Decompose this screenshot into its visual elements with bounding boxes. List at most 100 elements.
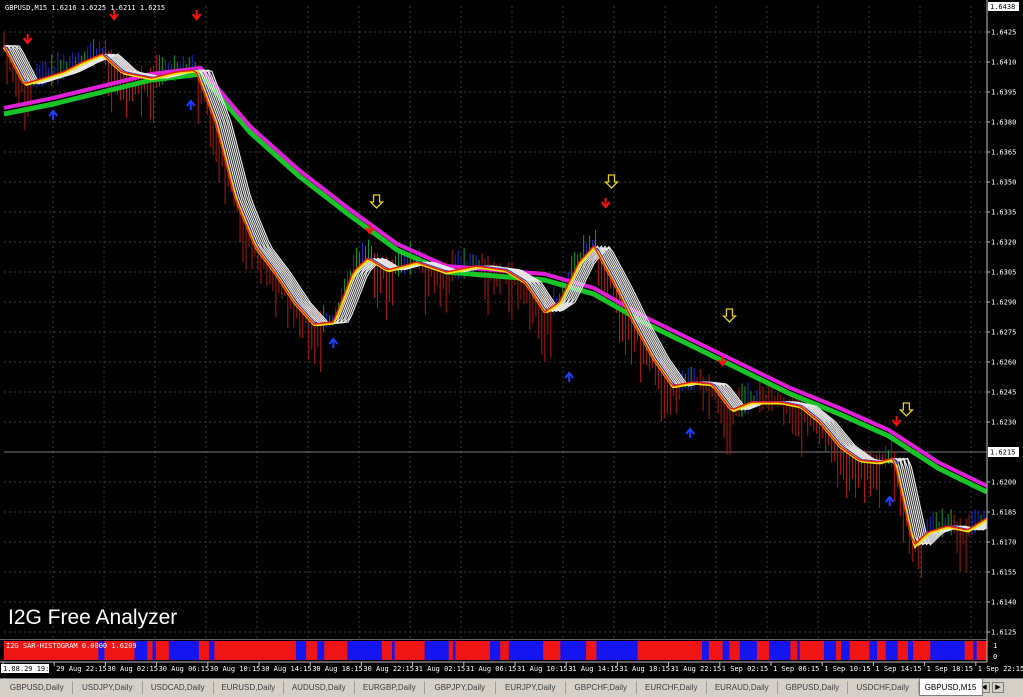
chart-tab-7[interactable]: EURJPY,Daily [496, 681, 566, 694]
price-label: 1.6380 [991, 119, 1016, 127]
price-label: 1.6260 [991, 359, 1016, 367]
arrow-up-blue-icon [48, 109, 58, 120]
arrow-up-blue-icon [685, 427, 695, 438]
symbol-info: GBPUSD,M15 1.6216 1.6225 1.6211 1.6215 [5, 4, 166, 12]
chart-tab-12[interactable]: USDCHF,Daily [848, 681, 919, 694]
price-label: 1.6365 [991, 149, 1016, 157]
time-label: 1 Sep 14:15 [875, 665, 921, 673]
histogram-bar [209, 641, 215, 660]
chart-tab-2[interactable]: USDCAD,Daily [143, 681, 214, 694]
histogram-bar [835, 641, 842, 660]
chart-tab-bar: ◀ ▶ GBPUSD,Daily USDJPY,Daily USDCAD,Daily… [0, 678, 1023, 697]
chart-tab-11[interactable]: GBPUSD,Daily [778, 681, 848, 694]
price-label: 1.6395 [991, 89, 1016, 97]
chart-tab-3[interactable]: EURUSD,Daily [214, 681, 284, 694]
time-label: 30 Aug 22:15 [363, 665, 414, 673]
price-label: 1.6125 [991, 629, 1016, 637]
current-price-label: 1.6215 [990, 449, 1015, 457]
fan-ma-white [4, 45, 988, 545]
chart-tab-13[interactable]: GBPUSD,M15 [918, 679, 983, 696]
time-label: 30 Aug 14:15 [261, 665, 312, 673]
arrow-hollow-yellow-icon [603, 174, 620, 189]
histogram-bar [543, 641, 561, 660]
histogram-bar [489, 641, 501, 660]
histogram-bar [424, 641, 450, 660]
histogram-bar [799, 641, 825, 660]
fan-ma-white [4, 45, 988, 546]
chart-tab-10[interactable]: EURAUD,Daily [707, 681, 778, 694]
histogram-bar [381, 641, 393, 660]
histogram-bar [823, 641, 837, 660]
histogram-bar [214, 641, 297, 660]
histogram-bar [790, 641, 798, 660]
arrow-up-blue-icon [884, 495, 895, 506]
chart-tab-6[interactable]: GBPJPY,Daily [425, 681, 496, 694]
histogram-bar [155, 641, 170, 660]
histogram-bar [455, 641, 491, 660]
indicator-label: I2G SAR-HISTOGRAM 0.0000 1.6209 [6, 642, 137, 650]
histogram-bar [930, 641, 965, 660]
price-chart[interactable]: 1.6425 1.6410 1.6395 1.6380 1.6365 1.6350 1.63… [0, 0, 1023, 678]
histogram-bar [756, 641, 770, 660]
histogram-bar [908, 641, 914, 660]
histogram-bar [739, 641, 758, 660]
indicator-scale-top: 1 [993, 642, 997, 650]
time-label: 30 Aug 10:15 [210, 665, 261, 673]
time-label: 1 Sep 22:15 [978, 665, 1023, 673]
chart-tab-5[interactable]: EURGBP,Daily [355, 681, 425, 694]
histogram-bar [964, 641, 974, 660]
histogram-bar [976, 641, 988, 660]
price-label: 1.6305 [991, 269, 1016, 277]
histogram-bar [152, 641, 157, 660]
histogram-bar [317, 641, 325, 660]
time-label: 31 Aug 14:15 [568, 665, 619, 673]
histogram-bar [500, 641, 510, 660]
time-label: 1 Sep 06:15 [773, 665, 819, 673]
histogram-bar [448, 641, 454, 660]
histogram-bar [701, 641, 710, 660]
histogram-bar [841, 641, 850, 660]
time-label: 31 Aug 02:15 [415, 665, 466, 673]
histogram-bar [306, 641, 318, 660]
fan-ma-white [4, 45, 988, 546]
histogram-bar [394, 641, 425, 660]
histogram-bar [877, 641, 886, 660]
chart-tab-9[interactable]: EURCHF,Daily [637, 681, 707, 694]
indicator-scale-bottom: 0 [993, 653, 997, 661]
histogram-bar [147, 641, 153, 660]
price-label: 1.6230 [991, 419, 1016, 427]
time-label: 30 Aug 18:15 [312, 665, 363, 673]
histogram-bar [729, 641, 741, 660]
histogram-bar [637, 641, 703, 660]
histogram-bar [347, 641, 383, 660]
histogram-bar [897, 641, 909, 660]
price-label: 1.6170 [991, 539, 1016, 547]
histogram-bar [596, 641, 638, 660]
time-label: 1 Sep 18:15 [927, 665, 973, 673]
arrow-up-blue-icon [564, 371, 575, 382]
histogram-bar [508, 641, 544, 660]
chart-tab-0[interactable]: GBPUSD,Daily [2, 681, 73, 694]
price-label: 1.6155 [991, 569, 1016, 577]
price-label: 1.6245 [991, 389, 1016, 397]
histogram-bar [392, 641, 395, 660]
arrow-hollow-yellow-icon [721, 308, 738, 323]
chart-tab-8[interactable]: GBPCHF,Daily [566, 681, 637, 694]
histogram-bar [913, 641, 931, 660]
fan-ma-white [4, 45, 988, 546]
chart-window[interactable]: 1.6425 1.6410 1.6395 1.6380 1.6365 1.6350 1.63… [0, 0, 1023, 678]
chart-tab-4[interactable]: AUDUSD,Daily [284, 681, 355, 694]
fast-ma-red [3, 45, 988, 546]
watermark-text: I2G Free Analyzer [8, 606, 178, 629]
time-label: 1 Sep 02:15 [722, 665, 768, 673]
time-label: 30 Aug 02:15 [107, 665, 158, 673]
histogram-bar [198, 641, 210, 660]
time-label: 30 Aug 06:15 [159, 665, 210, 673]
time-label: 31 Aug 06:15 [466, 665, 517, 673]
tab-scroll-right-icon[interactable]: ▶ [992, 682, 1004, 693]
price-label: 1.6335 [991, 209, 1016, 217]
arrow-down-red-icon [191, 10, 202, 21]
chart-tab-1[interactable]: USDJPY,Daily [73, 681, 143, 694]
arrow-down-red-icon [600, 198, 611, 209]
fan-ma-white [4, 45, 988, 546]
